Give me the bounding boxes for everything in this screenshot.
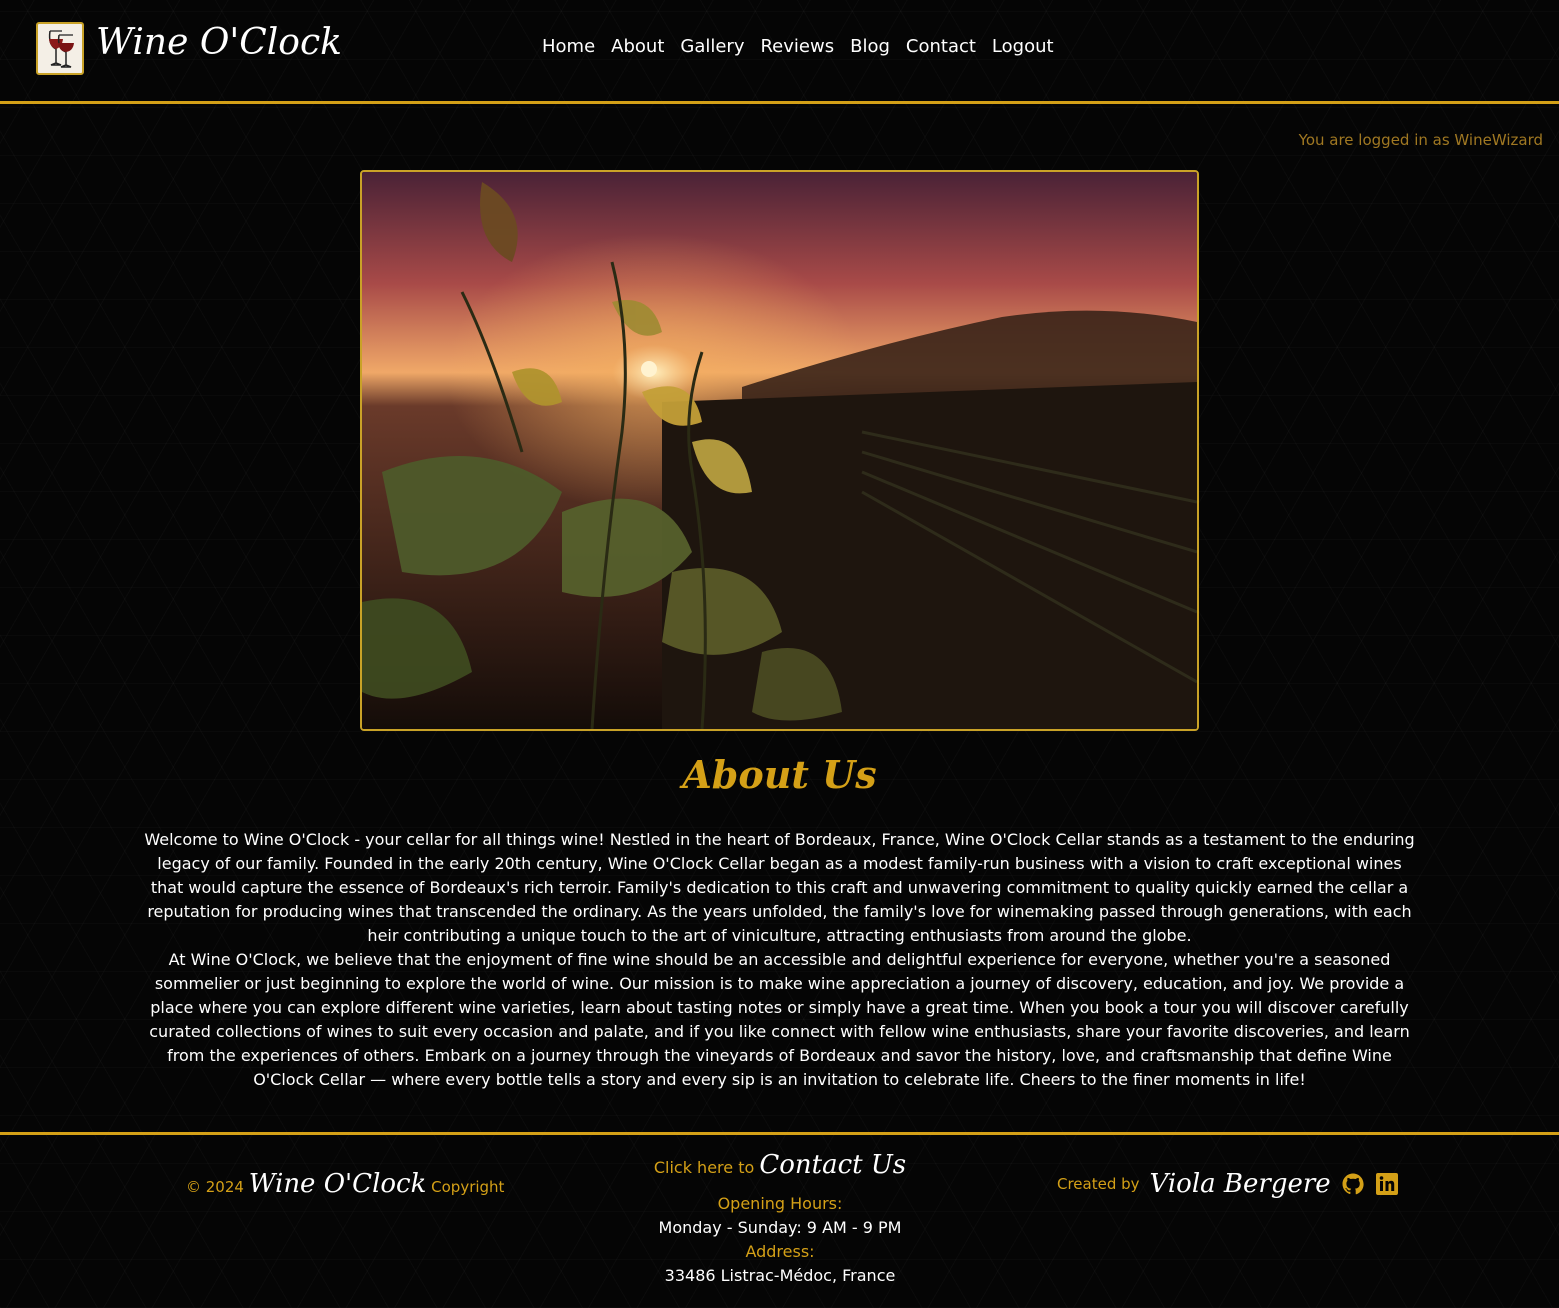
contact-prefix: Click here to [653,1158,755,1177]
nav-logout[interactable]: Logout [992,36,1054,57]
opening-hours-value: Monday - Sunday: 9 AM - 9 PM [658,1218,902,1237]
about-paragraph-2: At Wine O'Clock, we believe that the enj… [149,950,1410,1089]
contact-us-link[interactable]: Contact Us [759,1150,906,1180]
address-label: Address: [745,1242,815,1261]
brand-name[interactable]: Wine O'Clock [96,22,342,63]
footer-copyright: © 2024 Wine O'Clock Copyright [186,1169,504,1199]
nav-contact[interactable]: Contact [906,36,976,57]
footer-contact-info: Click here to Contact Us Opening Hours: … [580,1150,980,1288]
linkedin-icon [1375,1173,1398,1195]
nav-about[interactable]: About [611,36,664,57]
about-title: About Us [682,752,877,797]
wine-glasses-icon [48,29,74,68]
address-value: 33486 Listrac-Médoc, France [664,1266,896,1285]
logo-link[interactable] [36,22,84,75]
opening-hours-label: Opening Hours: [717,1194,843,1213]
about-paragraph-1: Welcome to Wine O'Clock - your cellar fo… [144,830,1415,945]
github-icon [1342,1173,1364,1195]
created-prefix: Created by [1057,1175,1140,1193]
copyright-suffix: Copyright [431,1178,505,1196]
nav-home[interactable]: Home [542,36,595,57]
copyright-brand: Wine O'Clock [248,1169,427,1199]
copyright-prefix: © 2024 [186,1178,244,1196]
nav-blog[interactable]: Blog [850,36,890,57]
about-text: Welcome to Wine O'Clock - your cellar fo… [140,828,1419,1092]
nav-gallery[interactable]: Gallery [680,36,744,57]
site-footer: © 2024 Wine O'Clock Copyright Click here… [0,1132,1559,1308]
nav-reviews[interactable]: Reviews [760,36,834,57]
github-link[interactable] [1341,1172,1365,1196]
hero-image [360,170,1199,731]
main-nav: Home About Gallery Reviews Blog Contact … [542,36,1054,57]
logged-in-status: You are logged in as WineWizard [1298,131,1543,149]
creator-name: Viola Bergere [1149,1169,1331,1199]
linkedin-link[interactable] [1375,1172,1399,1196]
site-header: Wine O'Clock Home About Gallery Reviews … [0,0,1559,104]
footer-credits: Created by Viola Bergere [1057,1169,1399,1199]
